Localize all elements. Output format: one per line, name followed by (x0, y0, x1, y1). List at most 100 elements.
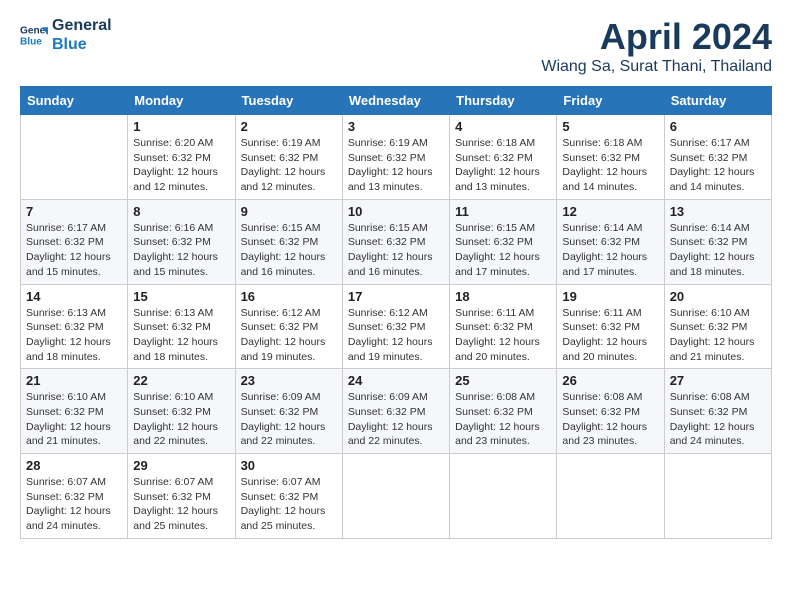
day-detail: Sunrise: 6:09 AMSunset: 6:32 PMDaylight:… (348, 390, 444, 449)
day-number: 13 (670, 204, 766, 219)
day-detail: Sunrise: 6:12 AMSunset: 6:32 PMDaylight:… (241, 306, 337, 365)
day-detail: Sunrise: 6:15 AMSunset: 6:32 PMDaylight:… (241, 221, 337, 280)
calendar-cell: 10 Sunrise: 6:15 AMSunset: 6:32 PMDayligh… (342, 199, 449, 284)
day-detail: Sunrise: 6:10 AMSunset: 6:32 PMDaylight:… (133, 390, 229, 449)
day-detail: Sunrise: 6:07 AMSunset: 6:32 PMDaylight:… (241, 475, 337, 534)
day-number: 24 (348, 373, 444, 388)
weekday-header-row: SundayMondayTuesdayWednesdayThursdayFrid… (21, 87, 772, 115)
day-detail: Sunrise: 6:11 AMSunset: 6:32 PMDaylight:… (455, 306, 551, 365)
day-detail: Sunrise: 6:07 AMSunset: 6:32 PMDaylight:… (26, 475, 122, 534)
logo: General Blue General Blue (20, 16, 112, 54)
day-number: 10 (348, 204, 444, 219)
calendar-cell: 17Sunrise: 6:12 AMSunset: 6:32 PMDayligh… (342, 284, 449, 369)
calendar-cell (342, 454, 449, 539)
calendar-cell: 5 Sunrise: 6:18 AMSunset: 6:32 PMDaylight… (557, 115, 664, 200)
day-number: 3 (348, 119, 444, 134)
svg-text:Blue: Blue (20, 37, 42, 48)
calendar-cell: 26 Sunrise: 6:08 AMSunset: 6:32 PMDayligh… (557, 369, 664, 454)
day-number: 22 (133, 373, 229, 388)
calendar-cell: 13 Sunrise: 6:14 AMSunset: 6:32 PMDayligh… (664, 199, 771, 284)
week-row-1: 1 Sunrise: 6:20 AMSunset: 6:32 PMDaylight… (21, 115, 772, 200)
calendar-cell: 2 Sunrise: 6:19 AMSunset: 6:32 PMDaylight… (235, 115, 342, 200)
weekday-header-monday: Monday (128, 87, 235, 115)
logo-icon: General Blue (20, 21, 48, 49)
calendar-cell (450, 454, 557, 539)
day-number: 26 (562, 373, 658, 388)
day-detail: Sunrise: 6:14 AMSunset: 6:32 PMDaylight:… (670, 221, 766, 280)
calendar-cell: 7Sunrise: 6:17 AMSunset: 6:32 PMDaylight… (21, 199, 128, 284)
day-detail: Sunrise: 6:13 AMSunset: 6:32 PMDaylight:… (26, 306, 122, 365)
day-detail: Sunrise: 6:07 AMSunset: 6:32 PMDaylight:… (133, 475, 229, 534)
day-detail: Sunrise: 6:08 AMSunset: 6:32 PMDaylight:… (670, 390, 766, 449)
day-number: 15 (133, 289, 229, 304)
calendar-cell: 4 Sunrise: 6:18 AMSunset: 6:32 PMDaylight… (450, 115, 557, 200)
day-detail: Sunrise: 6:16 AMSunset: 6:32 PMDaylight:… (133, 221, 229, 280)
day-number: 5 (562, 119, 658, 134)
day-number: 23 (241, 373, 337, 388)
calendar-cell (557, 454, 664, 539)
week-row-3: 14 Sunrise: 6:13 AMSunset: 6:32 PMDayligh… (21, 284, 772, 369)
day-detail: Sunrise: 6:15 AMSunset: 6:32 PMDaylight:… (348, 221, 444, 280)
weekday-header-wednesday: Wednesday (342, 87, 449, 115)
day-number: 4 (455, 119, 551, 134)
calendar-cell: 23 Sunrise: 6:09 AMSunset: 6:32 PMDayligh… (235, 369, 342, 454)
calendar-cell: 14 Sunrise: 6:13 AMSunset: 6:32 PMDayligh… (21, 284, 128, 369)
day-number: 27 (670, 373, 766, 388)
weekday-header-saturday: Saturday (664, 87, 771, 115)
day-number: 28 (26, 458, 122, 473)
calendar-cell: 22 Sunrise: 6:10 AMSunset: 6:32 PMDayligh… (128, 369, 235, 454)
day-number: 14 (26, 289, 122, 304)
day-number: 11 (455, 204, 551, 219)
calendar-cell: 30 Sunrise: 6:07 AMSunset: 6:32 PMDayligh… (235, 454, 342, 539)
week-row-5: 28 Sunrise: 6:07 AMSunset: 6:32 PMDayligh… (21, 454, 772, 539)
logo-general: General (52, 16, 112, 35)
calendar-cell: 19Sunrise: 6:11 AMSunset: 6:32 PMDayligh… (557, 284, 664, 369)
calendar-cell: 9Sunrise: 6:15 AMSunset: 6:32 PMDaylight… (235, 199, 342, 284)
day-detail: Sunrise: 6:19 AMSunset: 6:32 PMDaylight:… (241, 136, 337, 195)
day-detail: Sunrise: 6:10 AMSunset: 6:32 PMDaylight:… (26, 390, 122, 449)
day-number: 6 (670, 119, 766, 134)
day-number: 18 (455, 289, 551, 304)
day-detail: Sunrise: 6:19 AMSunset: 6:32 PMDaylight:… (348, 136, 444, 195)
month-title: April 2024 (541, 16, 772, 58)
calendar-cell: 29 Sunrise: 6:07 AMSunset: 6:32 PMDayligh… (128, 454, 235, 539)
day-detail: Sunrise: 6:09 AMSunset: 6:32 PMDaylight:… (241, 390, 337, 449)
day-detail: Sunrise: 6:20 AMSunset: 6:32 PMDaylight:… (133, 136, 229, 195)
calendar-cell: 8 Sunrise: 6:16 AMSunset: 6:32 PMDaylight… (128, 199, 235, 284)
calendar-cell: 15Sunrise: 6:13 AMSunset: 6:32 PMDayligh… (128, 284, 235, 369)
day-number: 21 (26, 373, 122, 388)
day-detail: Sunrise: 6:15 AMSunset: 6:32 PMDaylight:… (455, 221, 551, 280)
day-detail: Sunrise: 6:08 AMSunset: 6:32 PMDaylight:… (455, 390, 551, 449)
calendar-cell: 18 Sunrise: 6:11 AMSunset: 6:32 PMDayligh… (450, 284, 557, 369)
day-detail: Sunrise: 6:18 AMSunset: 6:32 PMDaylight:… (562, 136, 658, 195)
day-number: 2 (241, 119, 337, 134)
page-header: General Blue General Blue April 2024 Wia… (20, 16, 772, 76)
calendar-table: SundayMondayTuesdayWednesdayThursdayFrid… (20, 86, 772, 539)
calendar-cell: 25 Sunrise: 6:08 AMSunset: 6:32 PMDayligh… (450, 369, 557, 454)
day-number: 30 (241, 458, 337, 473)
title-block: April 2024 Wiang Sa, Surat Thani, Thaila… (541, 16, 772, 76)
day-number: 16 (241, 289, 337, 304)
calendar-cell: 21 Sunrise: 6:10 AMSunset: 6:32 PMDayligh… (21, 369, 128, 454)
weekday-header-friday: Friday (557, 87, 664, 115)
day-number: 25 (455, 373, 551, 388)
day-number: 19 (562, 289, 658, 304)
calendar-cell: 28 Sunrise: 6:07 AMSunset: 6:32 PMDayligh… (21, 454, 128, 539)
weekday-header-tuesday: Tuesday (235, 87, 342, 115)
calendar-cell: 6 Sunrise: 6:17 AMSunset: 6:32 PMDaylight… (664, 115, 771, 200)
day-number: 7 (26, 204, 122, 219)
day-number: 8 (133, 204, 229, 219)
day-detail: Sunrise: 6:12 AMSunset: 6:32 PMDaylight:… (348, 306, 444, 365)
day-number: 29 (133, 458, 229, 473)
calendar-cell (21, 115, 128, 200)
calendar-cell: 27 Sunrise: 6:08 AMSunset: 6:32 PMDayligh… (664, 369, 771, 454)
day-detail: Sunrise: 6:18 AMSunset: 6:32 PMDaylight:… (455, 136, 551, 195)
calendar-cell: 3 Sunrise: 6:19 AMSunset: 6:32 PMDaylight… (342, 115, 449, 200)
day-number: 1 (133, 119, 229, 134)
calendar-cell: 1 Sunrise: 6:20 AMSunset: 6:32 PMDaylight… (128, 115, 235, 200)
calendar-cell: 24 Sunrise: 6:09 AMSunset: 6:32 PMDayligh… (342, 369, 449, 454)
day-detail: Sunrise: 6:17 AMSunset: 6:32 PMDaylight:… (670, 136, 766, 195)
calendar-cell (664, 454, 771, 539)
day-detail: Sunrise: 6:08 AMSunset: 6:32 PMDaylight:… (562, 390, 658, 449)
weekday-header-sunday: Sunday (21, 87, 128, 115)
